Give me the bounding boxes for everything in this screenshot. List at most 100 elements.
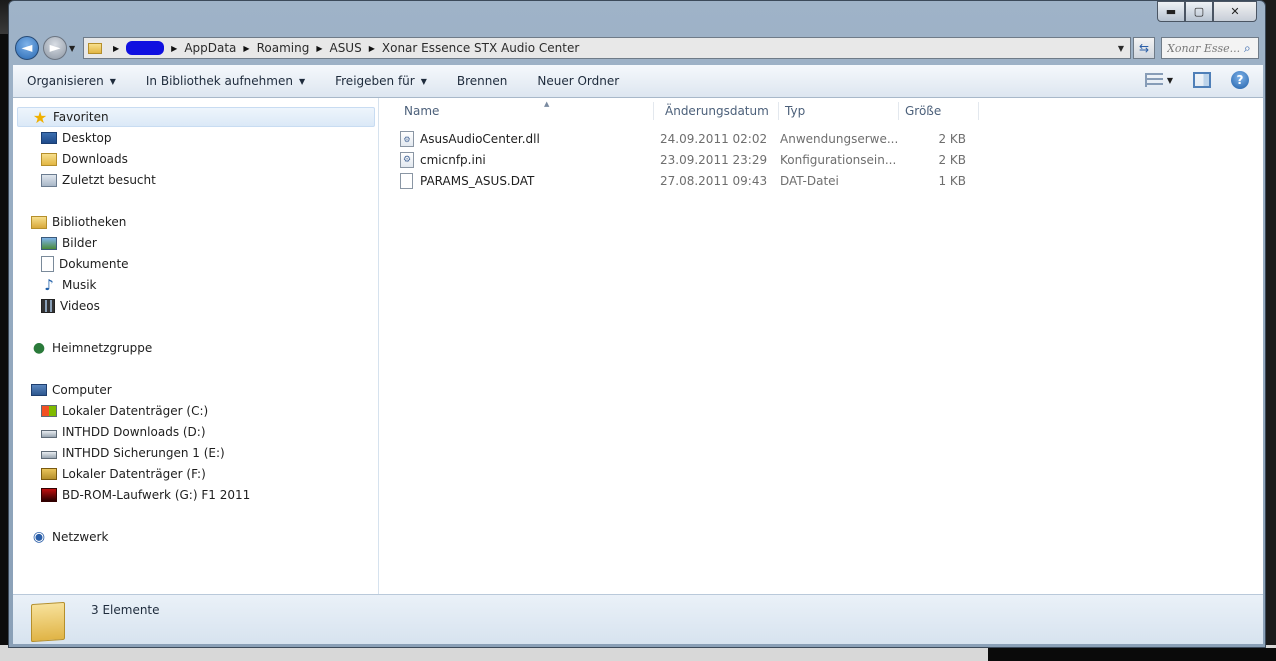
search-input[interactable]: Xonar Esse... ⌕ xyxy=(1161,37,1259,59)
downloads-folder-icon xyxy=(41,152,57,166)
help-icon[interactable]: ? xyxy=(1231,71,1249,89)
table-row[interactable]: ⚙ AsusAudioCenter.dll 24.09.2011 02:02 An… xyxy=(400,129,980,149)
share-button[interactable]: Freigeben für ▼ xyxy=(335,74,427,88)
recent-pages-dropdown-icon[interactable]: ▼ xyxy=(69,44,79,53)
nav-network[interactable]: ◉ Netzwerk xyxy=(31,527,109,547)
nav-pictures[interactable]: Bilder xyxy=(41,233,97,253)
minimize-button[interactable]: ▬ xyxy=(1157,1,1185,22)
nav-label: INTHDD Downloads (D:) xyxy=(62,425,206,439)
system-drive-icon xyxy=(41,405,57,417)
file-name: AsusAudioCenter.dll xyxy=(420,132,540,146)
dat-file-icon xyxy=(400,173,413,189)
libraries-icon xyxy=(31,215,47,229)
nav-videos[interactable]: Videos xyxy=(41,296,100,316)
file-type: DAT-Datei xyxy=(780,174,839,188)
bd-rom-drive-icon xyxy=(41,488,57,502)
hard-drive-icon xyxy=(41,430,57,438)
computer-icon xyxy=(31,384,47,396)
chevron-down-icon: ▼ xyxy=(109,76,116,86)
view-options-icon[interactable] xyxy=(1144,73,1163,87)
chevron-down-icon: ▼ xyxy=(420,76,427,86)
chevron-down-icon: ▼ xyxy=(298,76,306,86)
star-icon: ★ xyxy=(32,107,48,127)
file-type: Anwendungserwe... xyxy=(780,132,899,146)
hard-drive-icon xyxy=(41,451,57,459)
command-bar: Organisieren ▼ In Bibliothek aufnehmen ▼ F… xyxy=(13,65,1263,98)
nav-label: Lokaler Datenträger (F:) xyxy=(62,467,206,481)
nav-drive-g[interactable]: BD-ROM-Laufwerk (G:) F1 2011 xyxy=(41,485,250,505)
nav-label: Favoriten xyxy=(53,110,109,124)
file-size: 1 KB xyxy=(938,174,966,188)
recent-places-icon xyxy=(41,173,57,187)
breadcrumb-roaming[interactable]: Roaming xyxy=(257,41,310,55)
explorer-window: ▬ ▢ ✕ ◄ ► ▼ ▶ ▶ AppData ▶ Roaming ▶ ASUS… xyxy=(8,0,1266,648)
search-placeholder: Xonar Esse... xyxy=(1167,41,1241,55)
nav-recent-places[interactable]: Zuletzt besucht xyxy=(41,170,156,190)
nav-desktop[interactable]: Desktop xyxy=(41,128,112,148)
nav-downloads[interactable]: Downloads xyxy=(41,149,128,169)
burn-button[interactable]: Brennen xyxy=(457,74,507,88)
nav-label: Netzwerk xyxy=(52,530,109,544)
nav-drive-f[interactable]: Lokaler Datenträger (F:) xyxy=(41,464,206,484)
nav-documents[interactable]: Dokumente xyxy=(41,254,129,274)
nav-label: Lokaler Datenträger (C:) xyxy=(62,404,209,418)
forward-button[interactable]: ► xyxy=(43,36,67,60)
navigation-pane: ★ Favoriten Desktop Downloads Zuletzt be… xyxy=(13,98,379,594)
details-pane: 3 Elemente xyxy=(13,594,1263,644)
nav-label: INTHDD Sicherungen 1 (E:) xyxy=(62,446,225,460)
nav-label: Desktop xyxy=(62,131,112,145)
maximize-button[interactable]: ▢ xyxy=(1185,1,1213,22)
new-folder-button[interactable]: Neuer Ordner xyxy=(537,74,619,88)
nav-drive-d[interactable]: INTHDD Downloads (D:) xyxy=(41,422,206,442)
file-list: Name ▲ Änderungsdatum Typ Größe ⚙ AsusAud… xyxy=(380,98,1263,594)
item-count: 3 Elemente xyxy=(91,603,160,617)
nav-label: Videos xyxy=(60,299,100,313)
column-header-date[interactable]: Änderungsdatum xyxy=(659,102,779,120)
nav-drive-e[interactable]: INTHDD Sicherungen 1 (E:) xyxy=(41,443,225,463)
back-button[interactable]: ◄ xyxy=(15,36,39,60)
preview-pane-icon[interactable] xyxy=(1193,72,1211,88)
content-area: ★ Favoriten Desktop Downloads Zuletzt be… xyxy=(13,98,1263,594)
folder-icon xyxy=(88,42,102,54)
view-controls: ▼ ? xyxy=(1144,71,1249,89)
nav-label: Zuletzt besucht xyxy=(62,173,156,187)
refresh-icon[interactable]: ⇆ xyxy=(1133,37,1155,59)
chevron-right-icon[interactable]: ▶ xyxy=(171,44,177,53)
address-bar[interactable]: ▶ ▶ AppData ▶ Roaming ▶ ASUS ▶ Xonar Ess… xyxy=(83,37,1131,59)
include-library-button[interactable]: In Bibliothek aufnehmen ▼ xyxy=(146,74,305,88)
nav-favorites[interactable]: ★ Favoriten xyxy=(17,107,375,127)
column-header-name[interactable]: Name ▲ xyxy=(398,100,654,120)
close-button[interactable]: ✕ xyxy=(1213,1,1257,22)
table-row[interactable]: ⚙ cmicnfp.ini 23.09.2011 23:29 Konfigurat… xyxy=(400,150,980,170)
nav-libraries[interactable]: Bibliotheken xyxy=(31,212,126,232)
music-note-icon: ♪ xyxy=(44,276,54,294)
nav-drive-c[interactable]: Lokaler Datenträger (C:) xyxy=(41,401,208,421)
folder-icon xyxy=(31,601,65,643)
organize-button[interactable]: Organisieren ▼ xyxy=(27,74,116,88)
column-header-size[interactable]: Größe xyxy=(899,102,979,120)
breadcrumb-asus[interactable]: ASUS xyxy=(329,41,361,55)
file-date: 27.08.2011 09:43 xyxy=(660,174,768,188)
address-dropdown-icon[interactable]: ▼ xyxy=(1112,44,1130,53)
chevron-right-icon[interactable]: ▶ xyxy=(369,44,375,53)
table-row[interactable]: PARAMS_ASUS.DAT 27.08.2011 09:43 DAT-Dat… xyxy=(400,171,980,191)
nav-label: Downloads xyxy=(62,152,128,166)
breadcrumb-current-folder[interactable]: Xonar Essence STX Audio Center xyxy=(382,41,579,55)
video-icon xyxy=(41,299,55,313)
nav-homegroup[interactable]: ● Heimnetzgruppe xyxy=(31,338,152,358)
file-date: 24.09.2011 02:02 xyxy=(660,132,768,146)
nav-label: Computer xyxy=(52,383,112,397)
chevron-right-icon[interactable]: ▶ xyxy=(243,44,249,53)
breadcrumb-appdata[interactable]: AppData xyxy=(184,41,236,55)
nav-music[interactable]: ♪ Musik xyxy=(41,275,96,295)
column-header-type[interactable]: Typ xyxy=(779,102,899,120)
chevron-down-icon[interactable]: ▼ xyxy=(1167,76,1173,85)
homegroup-icon: ● xyxy=(32,340,46,356)
nav-label: Dokumente xyxy=(59,257,129,271)
chevron-right-icon[interactable]: ▶ xyxy=(113,44,119,53)
caption-buttons: ▬ ▢ ✕ xyxy=(1157,1,1257,22)
search-icon[interactable]: ⌕ xyxy=(1244,41,1258,56)
nav-computer[interactable]: Computer xyxy=(31,380,112,400)
chevron-right-icon[interactable]: ▶ xyxy=(316,44,322,53)
file-size: 2 KB xyxy=(938,132,966,146)
